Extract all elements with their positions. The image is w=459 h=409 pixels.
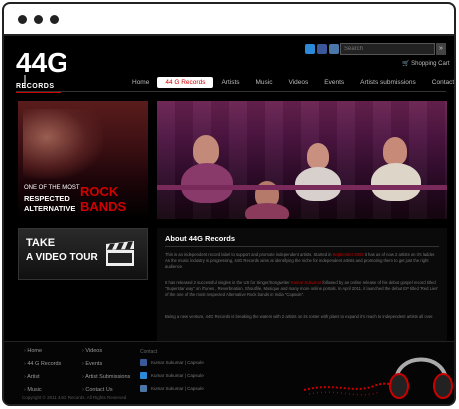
- about-paragraph-1: This is an independent record label to s…: [165, 252, 439, 270]
- footer-col-1: Home 44 G Records Artist Music: [24, 348, 61, 400]
- footer-contact-text: Kumar Sukumar | Capsule: [151, 386, 204, 391]
- promo-line2: RESPECTED: [24, 194, 70, 203]
- footer-contact-twitter[interactable]: Kumar Sukumar | Capsule: [140, 372, 204, 379]
- band-member-body: [295, 167, 341, 201]
- nav-contact-us[interactable]: Contact Us: [424, 77, 454, 88]
- tour-line2: A VIDEO TOUR: [26, 252, 98, 263]
- footer-link-videos[interactable]: Videos: [82, 348, 130, 354]
- footer-contact-text: Kumar Sukumar | Capsule: [151, 360, 204, 365]
- band-member-body: [371, 163, 421, 201]
- vk-icon: [140, 385, 147, 392]
- nav-videos[interactable]: Videos: [281, 77, 317, 88]
- nav-music[interactable]: Music: [248, 77, 281, 88]
- footer-contact-facebook[interactable]: Kumar Sukumar | Capsule: [140, 359, 204, 366]
- twitter-icon: [140, 372, 147, 379]
- footer-contact-text: Kumar Sukumar | Capsule: [151, 373, 204, 378]
- nav-divider: [16, 91, 446, 92]
- band-photo: [23, 109, 103, 179]
- footer-link-contact-us[interactable]: Contact Us: [82, 387, 130, 393]
- footer-link-home[interactable]: Home: [24, 348, 61, 354]
- facebook-icon[interactable]: [317, 44, 327, 54]
- balcony-rail: [157, 185, 447, 190]
- about-divider: [165, 246, 439, 247]
- cart-label: Shopping Cart: [411, 61, 450, 67]
- nav-44g-records[interactable]: 44 G Records: [157, 77, 214, 88]
- footer-link-artist-submissions[interactable]: Artist Submissions: [82, 374, 130, 380]
- nav-home[interactable]: Home: [124, 77, 157, 88]
- tour-line1: TAKE: [26, 237, 56, 249]
- about-p1-highlight[interactable]: September 2009: [333, 252, 364, 257]
- copyright-text: Copyright © 2011 44G Records. All Rights…: [22, 395, 127, 400]
- vk-icon[interactable]: [329, 44, 339, 54]
- window-dot-icon[interactable]: [18, 15, 27, 24]
- window-dot-icon[interactable]: [50, 15, 59, 24]
- promo-line1: ONE OF THE MOST: [24, 185, 80, 191]
- twitter-icon[interactable]: [305, 44, 315, 54]
- video-tour-banner[interactable]: TAKE A VIDEO TOUR: [18, 228, 148, 280]
- browser-window: 44G RECORDS » 🛒 Shopping Cart Home 44 G …: [2, 2, 456, 406]
- nav-events[interactable]: Events: [316, 77, 352, 88]
- band-member-face: [193, 135, 219, 165]
- promo-banner[interactable]: ONE OF THE MOST RESPECTED ALTERNATIVE RO…: [18, 101, 148, 219]
- hero-band-photo: [157, 101, 447, 219]
- band-member-face: [383, 137, 407, 165]
- footer-link-music[interactable]: Music: [24, 387, 61, 393]
- about-p1-text: This is an independent record label to s…: [165, 252, 333, 257]
- footer-link-events[interactable]: Events: [82, 361, 130, 367]
- about-paragraph-3: Being a new venture, 44G Records is brea…: [165, 314, 434, 319]
- footer: Home 44 G Records Artist Music Videos Ev…: [4, 341, 454, 404]
- search-input[interactable]: [340, 43, 435, 55]
- footer-col-2: Videos Events Artist Submissions Contact…: [82, 348, 130, 400]
- clapperboard-icon: [106, 241, 134, 266]
- footer-link-44g-records[interactable]: 44 G Records: [24, 361, 61, 367]
- window-chrome: [4, 4, 454, 36]
- logo-mark: 44G: [16, 47, 66, 78]
- promo-line3: ALTERNATIVE: [24, 204, 76, 213]
- footer-link-artist[interactable]: Artist: [24, 374, 61, 380]
- website: 44G RECORDS » 🛒 Shopping Cart Home 44 G …: [4, 36, 454, 404]
- headphones-graphic: [304, 357, 453, 399]
- band-member-face: [307, 143, 329, 169]
- band-member-body: [181, 163, 233, 203]
- about-p2-text: It has released 2 successful singles in …: [165, 280, 291, 285]
- about-section: About 44G Records This is an independent…: [157, 228, 447, 358]
- nav-artists-submissions[interactable]: Artists submissions: [352, 77, 424, 88]
- logo-subtitle: RECORDS: [16, 83, 55, 90]
- shopping-cart-link[interactable]: 🛒 Shopping Cart: [402, 60, 450, 67]
- about-title: About 44G Records: [165, 234, 236, 243]
- footer-contact-heading: Contact: [140, 349, 158, 355]
- cart-icon: 🛒: [402, 61, 410, 67]
- about-p2-highlight[interactable]: Kumar Sukumar: [291, 280, 321, 285]
- promo-highlight-rock: ROCK: [80, 184, 119, 199]
- promo-highlight-bands: BANDS: [80, 199, 127, 214]
- footer-contact-vk[interactable]: Kumar Sukumar | Capsule: [140, 385, 204, 392]
- band-member-body: [245, 203, 289, 219]
- about-paragraph-2: It has released 2 successful singles in …: [165, 280, 439, 298]
- search-button[interactable]: »: [436, 43, 446, 55]
- facebook-icon: [140, 359, 147, 366]
- main-nav: Home 44 G Records Artists Music Videos E…: [124, 77, 454, 88]
- window-dot-icon[interactable]: [34, 15, 43, 24]
- nav-artists[interactable]: Artists: [213, 77, 247, 88]
